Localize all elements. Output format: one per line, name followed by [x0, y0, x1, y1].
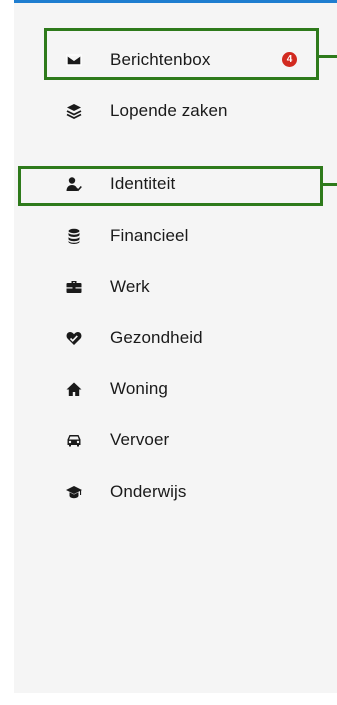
highlight-connector: [323, 183, 337, 186]
heart-icon: [64, 328, 84, 348]
sidebar-item-lopende-zaken[interactable]: Lopende zaken: [44, 93, 314, 129]
sidebar-item-label: Onderwijs: [110, 482, 187, 501]
highlight-connector: [319, 55, 337, 58]
graduation-cap-icon: [64, 482, 84, 502]
top-accent-line: [14, 0, 337, 3]
briefcase-icon: [64, 277, 84, 297]
sidebar-item-gezondheid[interactable]: Gezondheid: [44, 320, 314, 356]
sidebar-item-onderwijs[interactable]: Onderwijs: [44, 474, 314, 510]
coins-icon: [64, 226, 84, 246]
sidebar-item-label: Werk: [110, 277, 150, 296]
sidebar-item-label: Financieel: [110, 226, 189, 245]
sidebar-item-label: Woning: [110, 379, 168, 398]
sidebar-item-woning[interactable]: Woning: [44, 371, 314, 407]
sidebar-item-vervoer[interactable]: Vervoer: [44, 422, 314, 458]
sidebar-item-werk[interactable]: Werk: [44, 269, 314, 305]
sidebar-item-label: Gezondheid: [110, 328, 203, 347]
sidebar-item-label: Vervoer: [110, 430, 170, 449]
car-icon: [64, 430, 84, 450]
highlight-box-identiteit: [18, 166, 323, 206]
home-icon: [64, 379, 84, 399]
sidebar-item-label: Lopende zaken: [110, 101, 228, 120]
layers-icon: [64, 101, 84, 121]
highlight-box-berichtenbox: [44, 28, 319, 80]
sidebar-item-financieel[interactable]: Financieel: [44, 218, 314, 254]
